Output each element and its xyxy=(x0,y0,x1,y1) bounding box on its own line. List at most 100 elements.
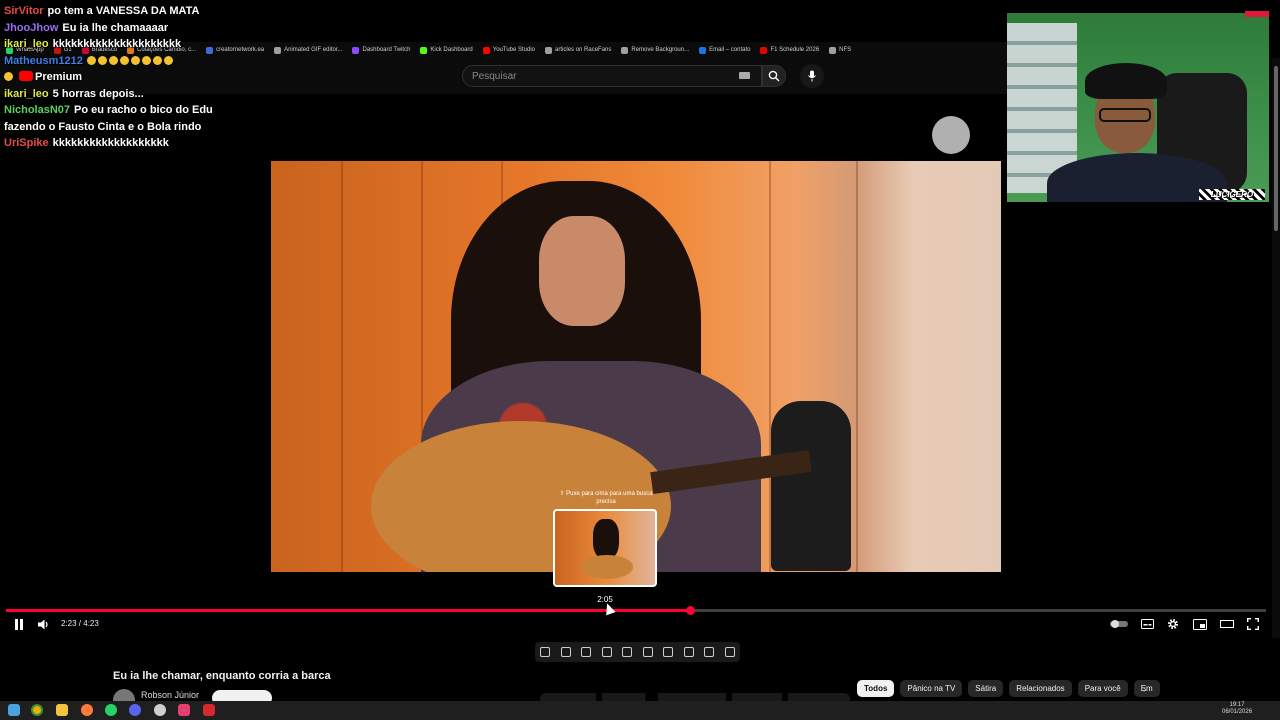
autoplay-toggle-icon xyxy=(1110,620,1128,628)
autoplay-toggle[interactable] xyxy=(1110,617,1128,631)
video-title: Eu ia lhe chamar, enquanto corria a barc… xyxy=(113,670,331,682)
screenshot-icon[interactable] xyxy=(704,647,715,657)
subtitles-button[interactable] xyxy=(1140,617,1154,631)
theater-icon xyxy=(1220,620,1234,628)
live-tag xyxy=(1245,11,1269,17)
obs-icon[interactable] xyxy=(154,704,166,716)
app-icon[interactable] xyxy=(178,704,190,716)
bookmark-favicon-icon xyxy=(760,46,768,54)
bookmark-item[interactable]: YouTube Studio xyxy=(482,46,535,54)
chat-username[interactable]: ikari_leo xyxy=(4,88,49,100)
discord-icon[interactable] xyxy=(129,704,141,716)
windows-start-icon[interactable] xyxy=(8,704,20,716)
crop-icon[interactable] xyxy=(622,647,633,657)
bookmark-item[interactable]: Remove Backgroun... xyxy=(621,46,690,54)
chat-username[interactable]: ikari_leo xyxy=(4,38,49,50)
scrollbar-thumb[interactable] xyxy=(1274,66,1278,231)
taskbar xyxy=(0,701,1280,720)
channel-watermark[interactable] xyxy=(932,116,970,154)
system-clock[interactable]: 19:17 06/01/2026 xyxy=(1222,702,1252,716)
theater-mode-button[interactable] xyxy=(1219,617,1235,631)
chevron-right-icon[interactable]: › xyxy=(1143,684,1146,695)
fullscreen-icon xyxy=(1247,618,1259,630)
volume-button[interactable] xyxy=(37,617,51,631)
adobe-icon[interactable] xyxy=(203,704,215,716)
gear-icon xyxy=(1168,619,1178,629)
emoji-icon xyxy=(4,72,13,81)
chat-username[interactable]: UriSpike xyxy=(4,137,49,149)
stream-chat: SirVitor po tem a VANESSA DA MATA JhooJhow… xyxy=(4,3,234,152)
filter-chip[interactable]: Para você xyxy=(1077,680,1128,697)
bookmark-favicon-icon xyxy=(699,46,707,54)
chat-text: kkkkkkkkkkkkkkkkkkk xyxy=(52,137,169,149)
add-icon[interactable] xyxy=(683,647,694,657)
chat-username[interactable]: JhooJhow xyxy=(4,22,58,34)
chat-text: po tem a VANESSA DA MATA xyxy=(47,5,200,17)
chrome-icon[interactable] xyxy=(31,704,43,716)
voice-search-button[interactable] xyxy=(800,64,824,88)
bookmark-item[interactable]: Kick Dashboard xyxy=(420,46,473,54)
bookmark-item[interactable]: articles on RaceFans xyxy=(545,46,611,54)
miniplayer-button[interactable] xyxy=(1192,617,1208,631)
chat-username[interactable]: Matheusm1212 xyxy=(4,55,83,67)
chat-message: SirVitor po tem a VANESSA DA MATA xyxy=(4,3,234,20)
time-display: 2:23 / 4:23 xyxy=(61,619,99,628)
speed-icon[interactable] xyxy=(663,647,674,657)
bookmark-favicon-icon xyxy=(352,46,360,54)
chat-message: Matheusm1212 xyxy=(4,53,234,70)
search-input[interactable]: Pesquisar xyxy=(462,65,762,87)
chair xyxy=(771,401,851,571)
keyboard-icon[interactable] xyxy=(739,72,750,79)
bookmark-item[interactable]: NFS xyxy=(829,46,851,54)
bookmark-label: Dashboard Twitch xyxy=(362,47,411,53)
channel-name[interactable]: Robson Júnior xyxy=(141,690,199,700)
bookmark-favicon-icon xyxy=(482,46,490,54)
progress-played xyxy=(6,609,691,612)
filter-chip[interactable]: Relacionados xyxy=(1009,680,1072,697)
pause-button[interactable] xyxy=(12,617,26,631)
chat-message: NicholasN07 Po eu racho o bico do Edu faz… xyxy=(4,102,234,135)
extension-toolbar xyxy=(535,642,740,662)
emoji-icon xyxy=(163,55,173,65)
bookmark-favicon-icon xyxy=(621,46,629,54)
emoji-icon xyxy=(86,55,96,65)
fullscreen-button[interactable] xyxy=(1246,617,1260,631)
extension-settings-icon[interactable] xyxy=(724,647,735,657)
search-button[interactable] xyxy=(762,65,786,87)
bookmark-label: Remove Backgroun... xyxy=(631,47,690,53)
window-icon[interactable] xyxy=(642,647,653,657)
chat-text: Eu ia lhe chamaaaar xyxy=(62,21,169,34)
filter-chip[interactable]: Pânico na TV xyxy=(900,680,963,697)
settings-button[interactable] xyxy=(1166,617,1180,631)
filter-chip[interactable]: Sátira xyxy=(968,680,1004,697)
audio-icon[interactable] xyxy=(560,647,571,657)
filter-chip[interactable]: Todos xyxy=(857,680,895,697)
chat-message: UriSpike kkkkkkkkkkkkkkkkkkk xyxy=(4,135,234,152)
streamer-webcam: LUCIGERO xyxy=(1007,13,1269,202)
clock-time: 19:17 xyxy=(1229,702,1245,708)
screen-icon[interactable] xyxy=(581,647,592,657)
bookmark-favicon-icon xyxy=(545,46,553,54)
bookmark-item[interactable]: F1 Schedule 2026 xyxy=(760,46,820,54)
chat-text: 5 horras depois... xyxy=(52,87,144,100)
chat-username[interactable]: NicholasN07 xyxy=(4,104,70,116)
firefox-icon[interactable] xyxy=(81,704,93,716)
bookmark-favicon-icon xyxy=(274,46,282,54)
chat-username[interactable]: SirVitor xyxy=(4,5,44,17)
emoji-icon xyxy=(108,55,118,65)
seek-preview-time: 2:05 xyxy=(597,595,613,604)
bookmark-label: F1 Schedule 2026 xyxy=(770,47,820,53)
webcam-logo: LUCIGERO xyxy=(1199,189,1265,200)
chat-message: JhooJhow Eu ia lhe chamaaaar xyxy=(4,20,234,37)
bookmark-item[interactable]: Animated GIF editor... xyxy=(274,46,342,54)
progress-scrubber[interactable] xyxy=(686,606,696,615)
cinema-icon[interactable] xyxy=(601,647,612,657)
filter-chip[interactable]: Em xyxy=(1133,680,1160,697)
file-explorer-icon[interactable] xyxy=(56,704,68,716)
whatsapp-icon[interactable] xyxy=(105,704,117,716)
bookmark-item[interactable]: Email – contato xyxy=(699,46,750,54)
pause-icon xyxy=(15,618,23,630)
chat-message: ikari_leo kkkkkkkkkkkkkkkkkkkkk xyxy=(4,36,234,53)
bookmark-item[interactable]: Dashboard Twitch xyxy=(352,46,411,54)
loop-icon[interactable] xyxy=(540,647,551,657)
